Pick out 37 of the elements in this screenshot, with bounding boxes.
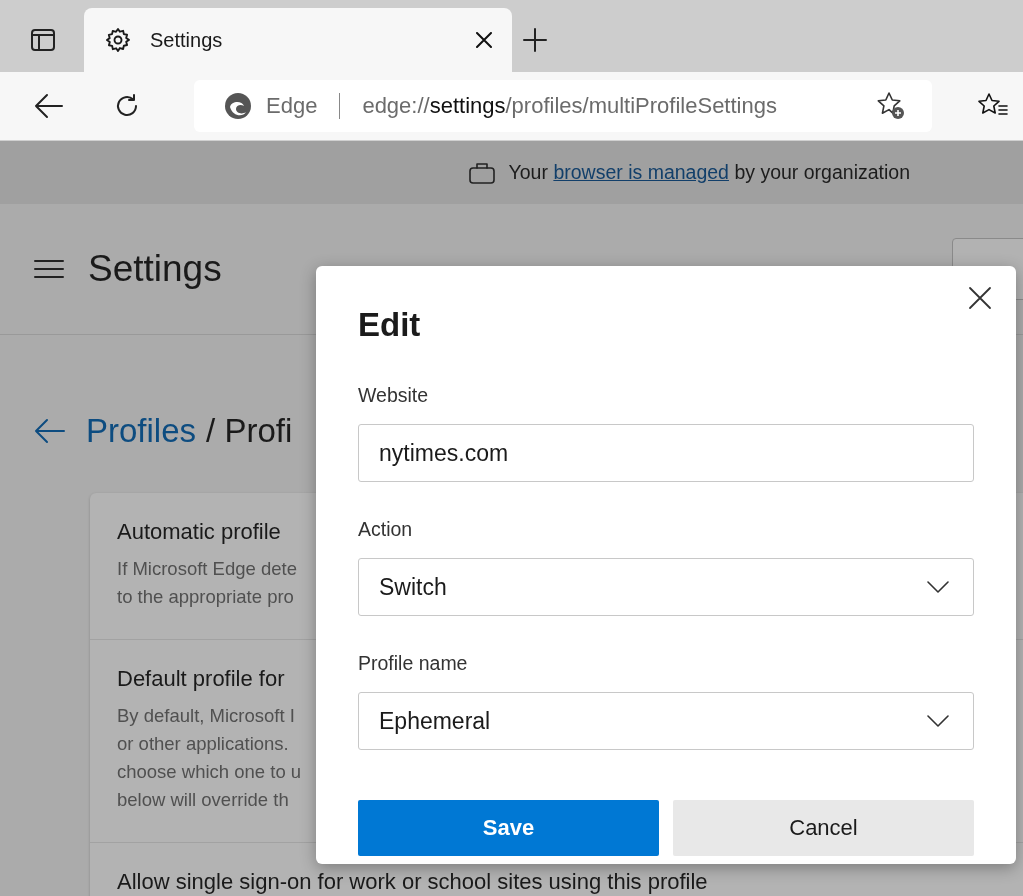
gear-icon <box>104 26 132 54</box>
address-bar[interactable]: Edge edge://settings/profiles/multiProfileSettings <box>194 80 932 132</box>
dropdown[interactable]: Ephemeral <box>358 692 974 750</box>
cancel-button[interactable]: Cancel <box>673 800 974 856</box>
setting-description: If Microsoft Edge dete <box>117 557 297 581</box>
setting-title: Default profile for <box>117 666 285 692</box>
browser-logo-icon <box>224 92 252 120</box>
setting-title: Automatic profile <box>117 519 281 545</box>
briefcase-icon <box>468 161 495 184</box>
field-label: Website <box>358 384 429 407</box>
url-text[interactable]: edge://settings/profiles/multiProfileSettings <box>362 93 876 119</box>
setting-title: Allow single sign-on for work or school sites using this profile <box>117 869 708 895</box>
tab-title: Settings <box>150 28 224 52</box>
site-label: Edge <box>266 93 318 119</box>
setting-description: or other applications. <box>117 732 289 756</box>
managed-link[interactable]: browser is managed <box>553 161 729 183</box>
add-favorite-icon[interactable] <box>876 91 906 121</box>
chevron-down-icon <box>927 581 949 593</box>
dropdown[interactable]: Switch <box>358 558 974 616</box>
breadcrumb-link[interactable]: Profiles <box>86 412 197 450</box>
setting-description: below will override th <box>117 788 289 812</box>
field-label: Action <box>358 518 413 541</box>
close-button[interactable] <box>966 284 994 312</box>
chevron-down-icon <box>927 715 949 727</box>
setting-description: choose which one to u <box>117 760 302 784</box>
field-label: Profile name <box>358 652 468 675</box>
managed-notice: Your browser is managed by your organization <box>508 161 910 184</box>
setting-description: to the appropriate pro <box>117 585 294 609</box>
close-icon[interactable] <box>476 32 492 48</box>
dialog-title: Edit <box>358 306 421 344</box>
breadcrumb-current: / Profi <box>206 412 293 450</box>
menu-icon[interactable] <box>34 259 64 279</box>
input-field[interactable]: nytimes.com <box>358 424 974 482</box>
setting-description: By default, Microsoft I <box>117 704 295 728</box>
browser-tab[interactable]: Settings <box>84 8 512 72</box>
page-title: Settings <box>88 248 222 290</box>
save-button[interactable]: Save <box>358 800 659 856</box>
